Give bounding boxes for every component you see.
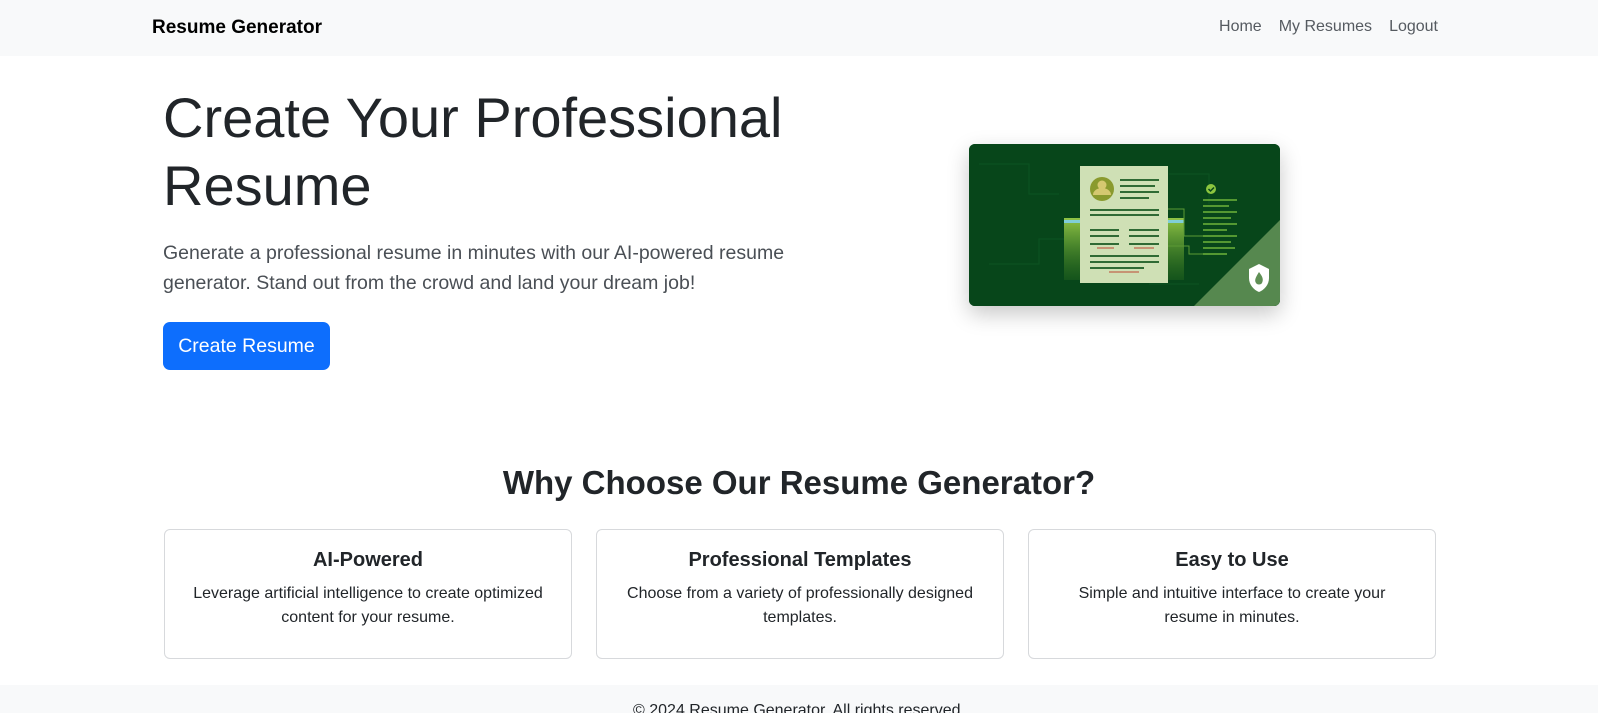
navbar: Resume Generator Home My Resumes Logout [0,0,1598,56]
hero-title: Create Your Professional Resume [163,86,783,217]
check-icon [1206,184,1216,194]
feature-card-title: Easy to Use [1175,549,1289,571]
feature-card-text: Choose from a variety of professionally … [627,585,973,626]
feature-card-title: AI-Powered [312,549,424,571]
brand-logo[interactable]: Resume Generator [152,17,322,39]
footer: © 2024 Resume Generator. All rights rese… [0,685,1598,713]
features-section-title: Why Choose Our Resume Generator? [502,464,1096,501]
resume-illustration [969,144,1280,306]
feature-card-text: Simple and intuitive interface to create… [1078,585,1386,626]
nav-link-home[interactable]: Home [1219,18,1262,36]
feature-card-title: Professional Templates [688,549,912,571]
create-resume-button[interactable]: Create Resume [163,322,330,370]
hero-lead: Generate a professional resume in minute… [163,242,785,294]
feature-card-ai-powered: AI-Powered Leverage artificial intellige… [164,529,572,659]
nav-link-my-resumes[interactable]: My Resumes [1279,18,1372,36]
resume-document-icon [1080,166,1168,283]
footer-copyright: © 2024 Resume Generator. All rights rese… [633,702,965,713]
feature-card-text: Leverage artificial intelligence to crea… [193,585,543,626]
nav-links: Home My Resumes Logout [1219,18,1438,36]
feature-card-easy-to-use: Easy to Use Simple and intuitive interfa… [1028,529,1436,659]
feature-card-professional-templates: Professional Templates Choose from a var… [596,529,1004,659]
nav-link-logout[interactable]: Logout [1389,18,1438,36]
